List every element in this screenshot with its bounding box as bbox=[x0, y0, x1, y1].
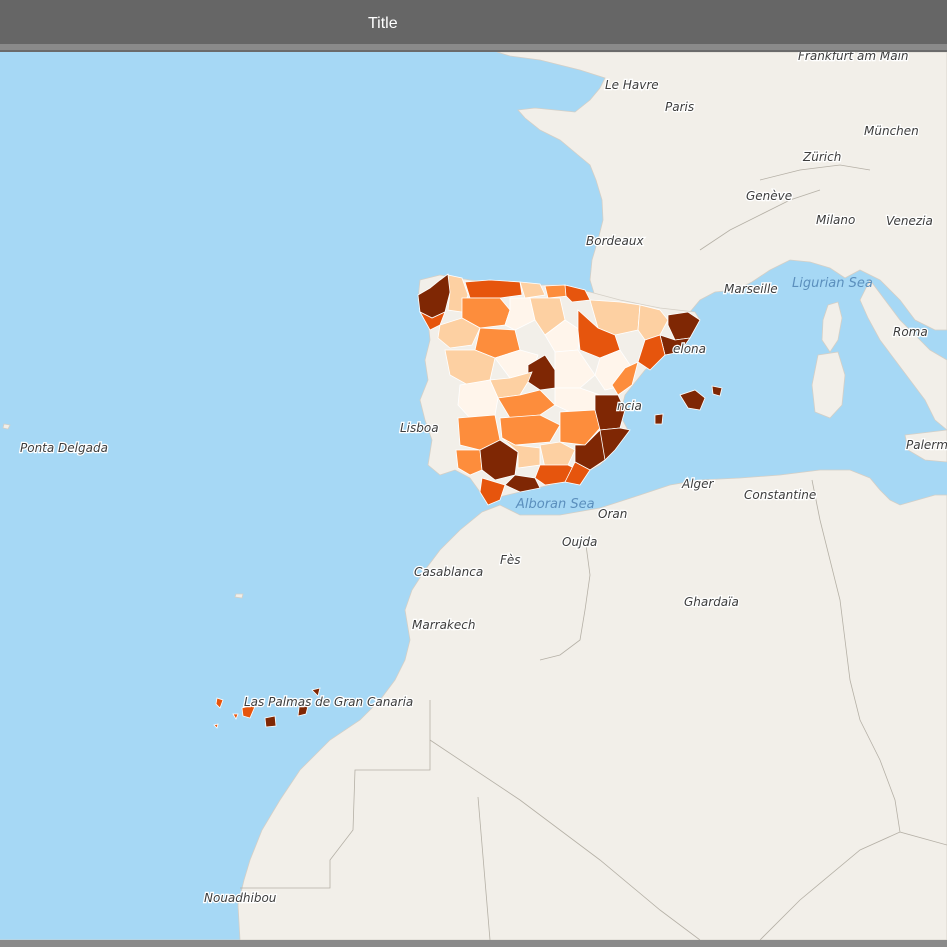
city-label-geneve: Genève bbox=[746, 189, 792, 203]
city-label-venezia: Venezia bbox=[886, 214, 933, 228]
city-label-marseille: Marseille bbox=[724, 282, 778, 296]
city-label-casablanca: Casablanca bbox=[414, 565, 483, 579]
region-asturias[interactable] bbox=[464, 279, 523, 299]
city-label-milano: Milano bbox=[816, 213, 855, 227]
city-label-frankfurt-line: Frankfurt am Main bbox=[798, 52, 909, 63]
city-label-constantine: Constantine bbox=[744, 488, 816, 502]
region-hierro[interactable] bbox=[213, 723, 219, 729]
city-label-roma: Roma bbox=[893, 325, 928, 339]
region-basque[interactable] bbox=[544, 284, 569, 299]
city-label-fes: Fès bbox=[500, 553, 521, 567]
sea-label-alboran: Alboran Sea bbox=[515, 497, 595, 512]
city-label-nouadhibou: Nouadhibou bbox=[204, 891, 277, 905]
region-menorca[interactable] bbox=[711, 385, 723, 397]
city-label-valencia: ncia bbox=[617, 399, 642, 413]
city-label-bordeaux: Bordeaux bbox=[586, 234, 644, 248]
city-label-ghardaia: Ghardaïa bbox=[684, 595, 739, 609]
region-grancanaria[interactable] bbox=[264, 715, 277, 728]
map-view[interactable]: Ligurian Sea Alboran Sea Le Havre Paris … bbox=[0, 52, 947, 940]
city-label-palermo: Palerm bbox=[906, 438, 947, 452]
city-label-paris: Paris bbox=[665, 100, 694, 114]
city-label-lisboa: Lisboa bbox=[400, 421, 439, 435]
region-mallorca[interactable] bbox=[679, 389, 706, 411]
city-label-las-palmas: Las Palmas de Gran Canaria bbox=[244, 695, 413, 709]
city-label-ponta-delgada: Ponta Delgada bbox=[20, 441, 108, 455]
city-label-barcelona: elona bbox=[673, 342, 706, 356]
city-label-munchen: München bbox=[864, 124, 919, 138]
city-label-marrakech: Marrakech bbox=[412, 618, 475, 632]
region-lapalma[interactable] bbox=[215, 697, 224, 709]
region-ibiza[interactable] bbox=[654, 413, 664, 425]
region-gomera[interactable] bbox=[232, 713, 239, 720]
map-canvas[interactable]: Ligurian Sea Alboran Sea Le Havre Paris … bbox=[0, 52, 947, 940]
bottom-bar bbox=[0, 940, 947, 947]
city-label-alger: Alger bbox=[681, 477, 715, 491]
city-label-oran: Oran bbox=[598, 507, 627, 521]
sea-label-ligurian: Ligurian Sea bbox=[792, 276, 873, 291]
title-bar: Title bbox=[0, 0, 947, 50]
window-title: Title bbox=[368, 15, 398, 32]
city-label-zurich: Zürich bbox=[802, 150, 841, 164]
city-label-frankfurt: Frankfurt am Main bbox=[798, 52, 909, 63]
city-label-le-havre: Le Havre bbox=[605, 78, 659, 92]
city-label-oujda: Oujda bbox=[562, 535, 597, 549]
